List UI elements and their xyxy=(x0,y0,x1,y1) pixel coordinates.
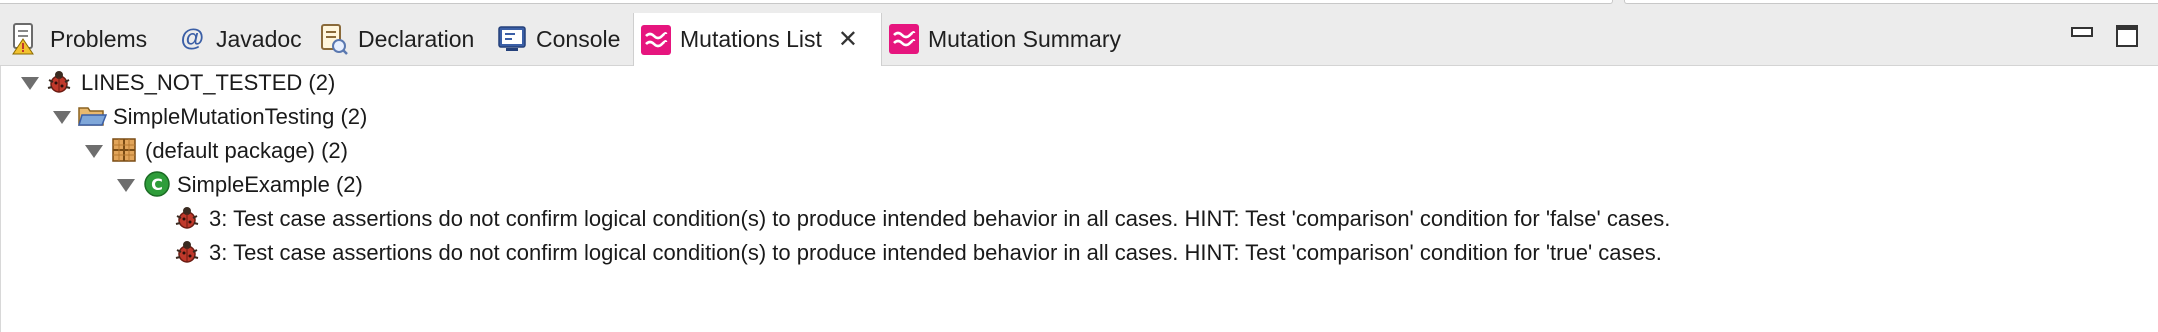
tree-node-label: SimpleExample (2) xyxy=(177,172,363,197)
tab-console[interactable]: Console xyxy=(496,13,620,65)
top-left-field xyxy=(0,0,1613,4)
bug-icon xyxy=(45,68,73,96)
chevron-down-icon[interactable] xyxy=(53,111,71,124)
tab-label: Declaration xyxy=(358,25,475,52)
view-tab-bar: Problems @ Javadoc Declaration Console M… xyxy=(0,13,2158,66)
console-icon xyxy=(496,23,528,55)
package-icon xyxy=(111,137,139,165)
tab-label: Javadoc xyxy=(216,25,302,52)
mutations-tree: LINES_NOT_TESTED (2) SimpleMutationTesti… xyxy=(0,66,2158,332)
top-right-field xyxy=(1624,0,2158,4)
javadoc-icon: @ xyxy=(180,25,204,52)
chevron-down-icon[interactable] xyxy=(21,77,39,90)
tab-label: Problems xyxy=(50,25,148,52)
tab-label: Console xyxy=(536,25,621,52)
svg-text:C: C xyxy=(151,175,163,194)
chevron-down-icon[interactable] xyxy=(85,145,103,158)
tree-node-label: LINES_NOT_TESTED (2) xyxy=(81,70,336,95)
chevron-down-icon[interactable] xyxy=(117,179,135,192)
minimize-icon[interactable] xyxy=(2070,23,2094,43)
problems-icon xyxy=(10,23,42,55)
tree-leaf-mutation[interactable]: 3: Test case assertions do not confirm l… xyxy=(1,236,1901,270)
tab-label: Mutation Summary xyxy=(928,25,1122,52)
tree-node-lines-not-tested[interactable]: LINES_NOT_TESTED (2) xyxy=(1,66,601,100)
tab-mutations-list[interactable]: Mutations List ✕ xyxy=(633,13,882,66)
tree-node-project[interactable]: SimpleMutationTesting (2) xyxy=(1,100,601,134)
close-icon[interactable]: ✕ xyxy=(838,27,858,52)
tab-mutation-summary[interactable]: Mutation Summary xyxy=(888,13,1121,65)
tab-problems[interactable]: Problems xyxy=(10,13,147,65)
tree-node-label: 3: Test case assertions do not confirm l… xyxy=(209,206,1671,231)
top-strip xyxy=(0,0,2158,13)
mutation-icon xyxy=(640,24,672,56)
tree-node-label: 3: Test case assertions do not confirm l… xyxy=(209,240,1662,265)
declaration-icon xyxy=(318,23,350,55)
maximize-icon[interactable] xyxy=(2114,23,2140,49)
tab-label: Mutations List xyxy=(680,26,822,52)
bug-icon xyxy=(173,238,201,266)
folder-open-icon xyxy=(77,103,108,131)
mutation-icon xyxy=(888,23,920,55)
tab-declaration[interactable]: Declaration xyxy=(318,13,474,65)
tab-javadoc[interactable]: @ Javadoc xyxy=(176,13,302,65)
tree-leaf-mutation[interactable]: 3: Test case assertions do not confirm l… xyxy=(1,202,1901,236)
bug-icon xyxy=(173,204,201,232)
tree-node-package[interactable]: (default package) (2) xyxy=(1,134,601,168)
tree-node-label: (default package) (2) xyxy=(145,138,348,163)
tree-node-label: SimpleMutationTesting (2) xyxy=(113,104,368,129)
tree-node-class[interactable]: C SimpleExample (2) xyxy=(1,168,601,202)
class-icon: C xyxy=(143,170,171,198)
